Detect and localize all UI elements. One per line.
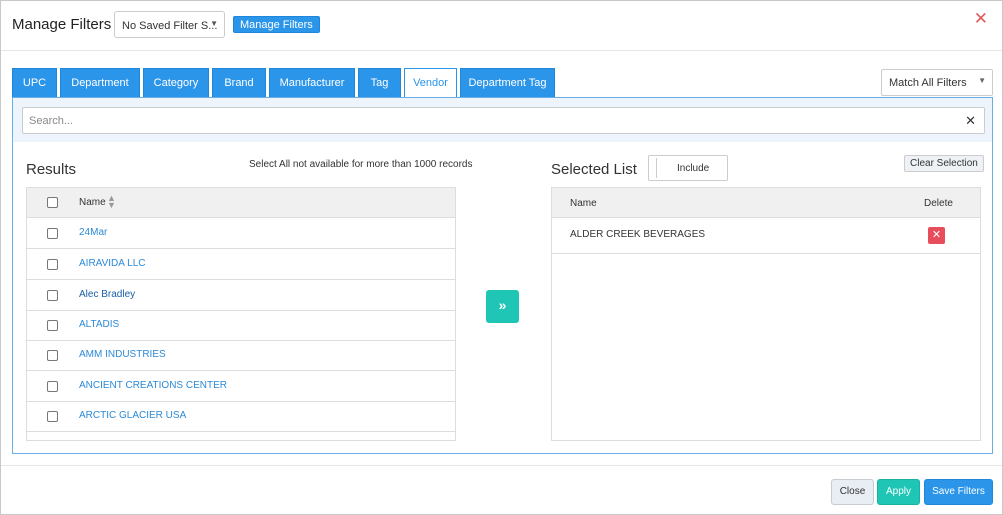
search-band: ✕: [13, 98, 992, 142]
vendor-link[interactable]: ALTADIS: [79, 319, 119, 330]
tab-upc[interactable]: UPC: [12, 68, 57, 97]
selected-list-title: Selected List: [551, 161, 637, 178]
table-row[interactable]: Alec Bradley: [27, 280, 455, 311]
close-button[interactable]: Close: [831, 479, 874, 505]
results-title: Results: [26, 161, 77, 178]
results-table: Name ▲ ▼ 24Mar AIRAVIDA LLC Alec Bradley …: [26, 187, 456, 441]
table-row[interactable]: ARCTIC GLACIER USA: [27, 401, 455, 432]
vendor-link[interactable]: Alec Bradley: [79, 289, 135, 300]
tab-manufacturer[interactable]: Manufacturer: [269, 68, 355, 97]
saved-filter-select[interactable]: No Saved Filter S... ▼: [114, 11, 225, 38]
table-row[interactable]: AIRAVIDA LLC: [27, 249, 455, 280]
tab-category[interactable]: Category: [143, 68, 209, 97]
saved-filter-value: No Saved Filter S...: [122, 20, 218, 32]
selected-table: Name Delete ALDER CREEK BEVERAGES ✕: [551, 187, 981, 441]
selected-vendor-name: ALDER CREEK BEVERAGES: [570, 229, 706, 240]
modal-title: Manage Filters: [12, 16, 112, 33]
clear-search-icon[interactable]: ✕: [965, 113, 976, 129]
delete-button[interactable]: ✕: [928, 227, 945, 244]
filter-panel: ✕ Results Select All not available for m…: [12, 97, 993, 454]
match-filters-value: Match All Filters: [889, 77, 967, 89]
chevron-down-icon: ▼: [978, 76, 986, 85]
double-chevron-right-icon: »: [498, 297, 507, 313]
tab-department-tag[interactable]: Department Tag: [460, 68, 555, 97]
close-icon[interactable]: ✕: [974, 10, 988, 27]
sort-icon[interactable]: ▲ ▼: [107, 194, 116, 210]
table-row[interactable]: ANCIENT CREATIONS CENTER: [27, 371, 455, 402]
table-row[interactable]: AMM INDUSTRIES: [27, 340, 455, 371]
row-checkbox[interactable]: [47, 350, 58, 361]
results-note: Select All not available for more than 1…: [249, 159, 473, 170]
selected-column-delete: Delete: [924, 198, 953, 209]
manage-filters-modal: Manage Filters No Saved Filter S... ▼ Ma…: [0, 0, 1003, 515]
table-row: ALDER CREEK BEVERAGES ✕: [552, 218, 980, 254]
vendor-link[interactable]: 24Mar: [79, 227, 107, 238]
include-toggle[interactable]: Include: [648, 155, 728, 181]
tab-vendor[interactable]: Vendor: [404, 68, 457, 98]
add-selected-button[interactable]: »: [486, 290, 519, 323]
row-checkbox[interactable]: [47, 228, 58, 239]
include-label: Include: [677, 163, 710, 174]
toggle-divider: [656, 158, 657, 178]
close-icon: ✕: [931, 229, 942, 241]
vendor-link[interactable]: ARCTIC GLACIER USA: [79, 410, 186, 421]
results-table-header: Name ▲ ▼: [27, 188, 455, 218]
selected-column-name: Name: [570, 198, 597, 209]
select-all-checkbox[interactable]: [47, 197, 58, 208]
tab-department[interactable]: Department: [60, 68, 140, 97]
row-checkbox[interactable]: [47, 320, 58, 331]
row-checkbox[interactable]: [47, 411, 58, 422]
selected-table-header: Name Delete: [552, 188, 980, 218]
row-checkbox[interactable]: [47, 290, 58, 301]
match-filters-select[interactable]: Match All Filters ▼: [881, 69, 993, 96]
search-input[interactable]: [29, 113, 929, 129]
row-checkbox[interactable]: [47, 381, 58, 392]
manage-filters-button[interactable]: Manage Filters: [233, 16, 320, 33]
search-box: ✕: [22, 107, 985, 134]
tab-brand[interactable]: Brand: [212, 68, 266, 97]
vendor-link[interactable]: AMM INDUSTRIES: [79, 349, 166, 360]
modal-header: Manage Filters No Saved Filter S... ▼ Ma…: [1, 1, 1002, 51]
row-checkbox[interactable]: [47, 259, 58, 270]
table-row[interactable]: 24Mar: [27, 218, 455, 249]
footer-divider: [1, 465, 1002, 466]
clear-selection-button[interactable]: Clear Selection: [904, 155, 984, 172]
save-filters-button[interactable]: Save Filters: [924, 479, 993, 505]
apply-button[interactable]: Apply: [877, 479, 920, 505]
vendor-link[interactable]: ANCIENT CREATIONS CENTER: [79, 380, 227, 391]
tab-tag[interactable]: Tag: [358, 68, 401, 97]
chevron-down-icon: ▼: [210, 19, 218, 28]
table-row[interactable]: ALTADIS: [27, 310, 455, 341]
vendor-link[interactable]: AIRAVIDA LLC: [79, 258, 146, 269]
results-column-name[interactable]: Name: [79, 197, 106, 208]
